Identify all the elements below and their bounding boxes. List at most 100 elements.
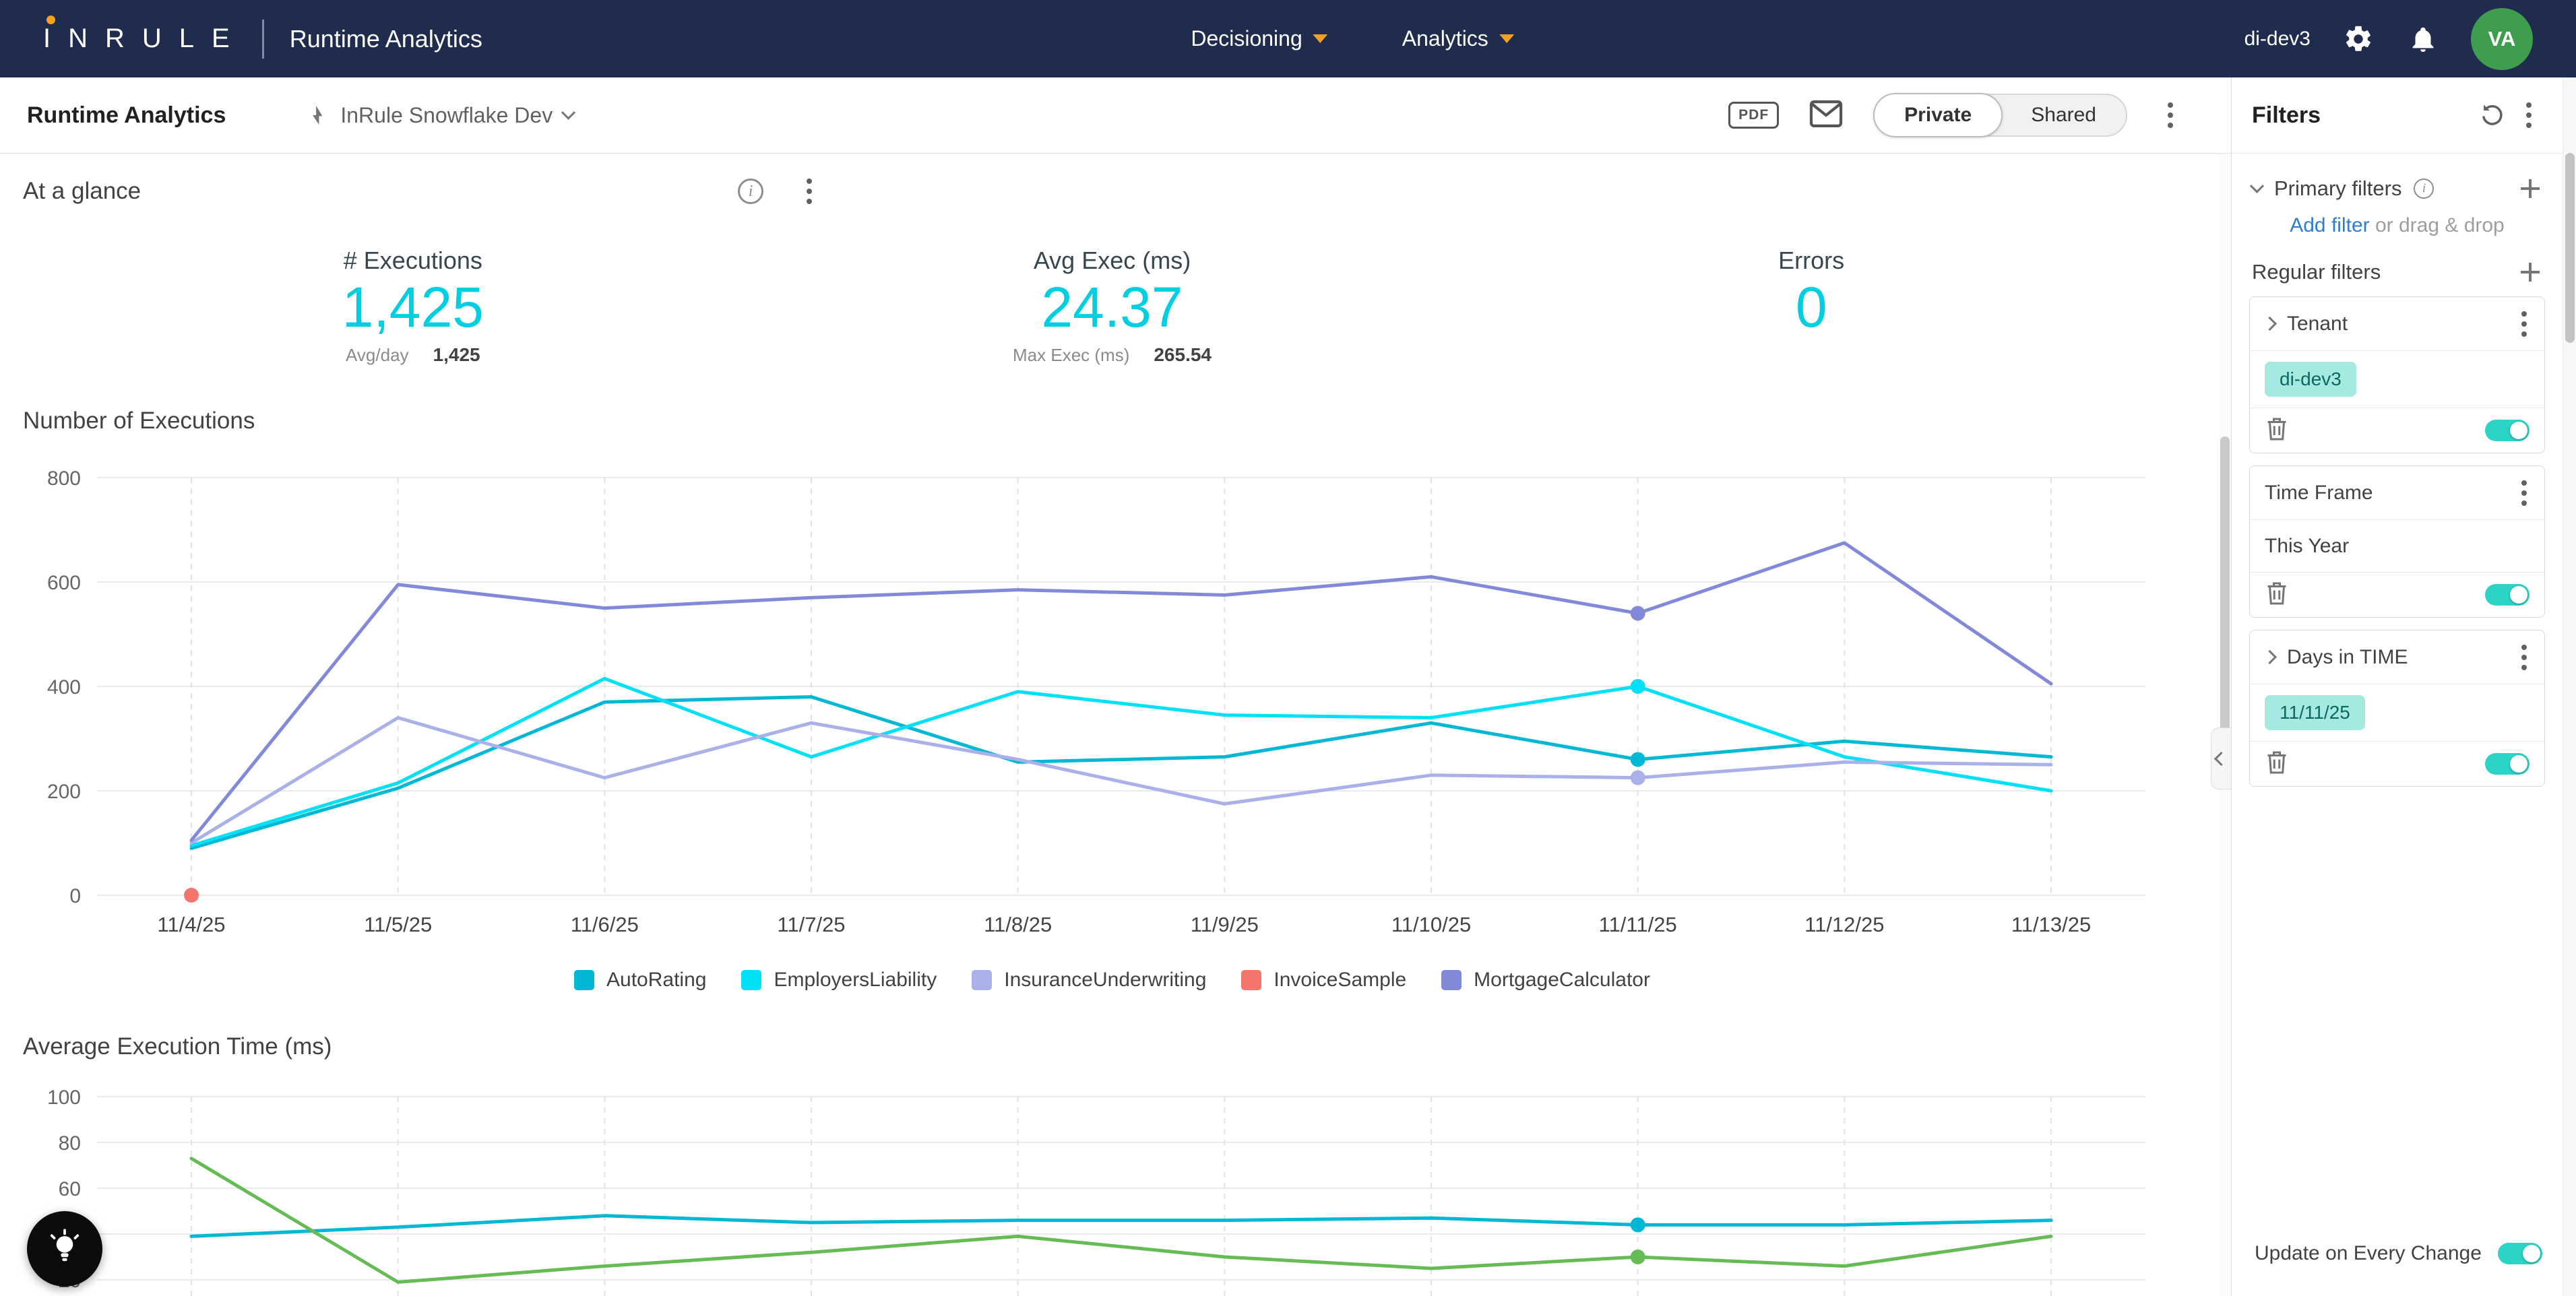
filter-enabled-toggle[interactable] <box>2485 420 2530 441</box>
filter-card-menu-button[interactable] <box>2511 304 2538 344</box>
filter-card-body: di-dev3 <box>2250 351 2544 408</box>
kebab-icon <box>2521 321 2527 327</box>
legend-item[interactable]: MortgageCalculator <box>1441 969 1650 992</box>
tenant-label: di-dev3 <box>2244 28 2311 51</box>
filter-card-header[interactable]: Days in TIME <box>2250 630 2544 684</box>
filter-card-footer <box>2250 742 2544 786</box>
filter-value-text: This Year <box>2265 535 2349 558</box>
kebab-icon <box>2521 490 2527 496</box>
add-primary-filter-button[interactable] <box>2518 176 2542 201</box>
avatar[interactable]: VA <box>2471 8 2533 70</box>
add-filter-link[interactable]: Add filter <box>2290 214 2369 236</box>
legend-swatch-icon <box>1441 970 1462 990</box>
info-icon[interactable] <box>2414 179 2434 199</box>
legend-item[interactable]: InsuranceUnderwriting <box>972 969 1206 992</box>
filter-card-menu-button[interactable] <box>2511 637 2538 678</box>
update-on-change-row: Update on Every Change <box>2232 1242 2563 1296</box>
filter-enabled-toggle[interactable] <box>2485 753 2530 775</box>
menu-decisioning[interactable]: Decisioning <box>1191 26 1327 51</box>
chevron-right-icon <box>2263 650 2277 664</box>
bell-icon[interactable] <box>2406 22 2440 56</box>
legend-item[interactable]: EmployersLiability <box>741 969 937 992</box>
filters-sidebar: Filters Primary filters Add filter or dr… <box>2231 77 2563 1296</box>
toolbar-right: PDF Private Shared <box>1728 94 2184 137</box>
svg-text:100: 100 <box>47 1087 81 1109</box>
filter-card-timeframe: Time Frame This Year <box>2249 465 2545 618</box>
regular-filters-row: Regular filters <box>2232 260 2563 284</box>
filter-card-tenant: Tenant di-dev3 <box>2249 296 2545 453</box>
stat-sub: Max Exec (ms) 265.54 <box>1013 344 1212 366</box>
report-content: At a glance # Executions 1,425 Avg/day 1… <box>0 154 2231 1296</box>
filter-card-menu-button[interactable] <box>2511 473 2538 513</box>
update-on-change-label: Update on Every Change <box>2255 1242 2482 1265</box>
toolbar-menu-button[interactable] <box>2157 95 2184 135</box>
legend-item[interactable]: InvoiceSample <box>1241 969 1406 992</box>
svg-text:11/10/25: 11/10/25 <box>1391 913 1471 936</box>
filter-value-chip[interactable]: di-dev3 <box>2265 362 2356 397</box>
trash-icon[interactable] <box>2265 749 2289 779</box>
legend-item[interactable]: AutoRating <box>574 969 706 992</box>
stat-sub: Avg/day 1,425 <box>346 344 480 366</box>
nav-right: di-dev3 VA <box>2244 8 2533 70</box>
filter-value-chip[interactable]: 11/11/25 <box>2265 695 2365 730</box>
glance-menu-button[interactable] <box>796 171 823 212</box>
filter-enabled-toggle[interactable] <box>2485 584 2530 606</box>
reset-filters-icon[interactable] <box>2478 100 2506 131</box>
add-regular-filter-button[interactable] <box>2518 260 2542 284</box>
chevron-down-icon <box>561 105 575 119</box>
menu-analytics[interactable]: Analytics <box>1402 26 1514 51</box>
primary-filters-label: Primary filters <box>2274 176 2401 201</box>
svg-text:800: 800 <box>47 467 81 490</box>
kebab-icon <box>807 189 812 194</box>
logo-text: INRULE <box>43 24 247 53</box>
chevron-down-icon[interactable] <box>2250 179 2264 193</box>
legend-swatch-icon <box>574 970 594 990</box>
svg-text:80: 80 <box>59 1132 81 1155</box>
avg-exec-chart-title: Average Execution Time (ms) <box>23 1033 2201 1060</box>
inrule-logo: INRULE <box>43 24 247 54</box>
stat-label: Errors <box>1778 247 1844 275</box>
sidebar-collapse-handle[interactable] <box>2211 727 2231 789</box>
filters-menu-button[interactable] <box>2515 95 2542 135</box>
stat-avg-exec: Avg Exec (ms) 24.37 Max Exec (ms) 265.54 <box>763 247 1462 366</box>
filter-card-header[interactable]: Tenant <box>2250 297 2544 351</box>
help-chat-button[interactable] <box>27 1211 102 1287</box>
avg-exec-chart: 02040608010011/4/2511/5/2511/6/2511/7/25… <box>23 1080 2201 1296</box>
gear-icon[interactable] <box>2342 22 2375 56</box>
filter-card-title: Days in TIME <box>2287 646 2408 669</box>
stat-value: 0 <box>1796 275 1827 340</box>
export-pdf-button[interactable]: PDF <box>1728 102 1779 129</box>
filter-card-days: Days in TIME 11/11/25 <box>2249 630 2545 787</box>
filters-title: Filters <box>2252 102 2321 129</box>
update-on-change-toggle[interactable] <box>2498 1243 2542 1264</box>
top-navbar: INRULE Runtime Analytics Decisioning Ana… <box>0 0 2576 77</box>
trash-icon[interactable] <box>2265 416 2289 446</box>
filter-card-header[interactable]: Time Frame <box>2250 466 2544 520</box>
glance-header: At a glance <box>23 171 2201 212</box>
stat-value: 1,425 <box>342 275 484 340</box>
privacy-shared-button[interactable]: Shared <box>2001 94 2126 137</box>
stat-sub-value: 265.54 <box>1154 344 1212 366</box>
scrollbar-thumb[interactable] <box>2565 153 2575 343</box>
svg-text:400: 400 <box>47 676 81 699</box>
menu-analytics-label: Analytics <box>1402 26 1488 51</box>
trash-icon[interactable] <box>2265 580 2289 610</box>
logo-dot-icon <box>46 15 55 24</box>
scrollbar-thumb[interactable] <box>2220 436 2230 767</box>
glance-actions <box>738 171 823 212</box>
page-body: Runtime Analytics InRule Snowflake Dev P… <box>0 77 2576 1296</box>
page-title: Runtime Analytics <box>27 102 226 129</box>
stat-label: # Executions <box>344 247 482 275</box>
privacy-private-button[interactable]: Private <box>1873 93 2003 137</box>
info-icon[interactable] <box>738 179 763 204</box>
filters-header: Filters <box>2232 77 2563 154</box>
datasource-label: InRule Snowflake Dev <box>340 103 553 128</box>
datasource-picker[interactable]: InRule Snowflake Dev <box>307 103 573 128</box>
svg-text:11/11/25: 11/11/25 <box>1599 913 1677 936</box>
app-title: Runtime Analytics <box>290 25 482 53</box>
lightning-icon <box>307 104 329 127</box>
main-scrollbar[interactable] <box>2219 154 2231 1296</box>
executions-chart: 020040060080011/4/2511/5/2511/6/2511/7/2… <box>23 461 2201 959</box>
page-scrollbar[interactable] <box>2563 77 2576 1296</box>
email-report-button[interactable] <box>1809 100 1844 131</box>
